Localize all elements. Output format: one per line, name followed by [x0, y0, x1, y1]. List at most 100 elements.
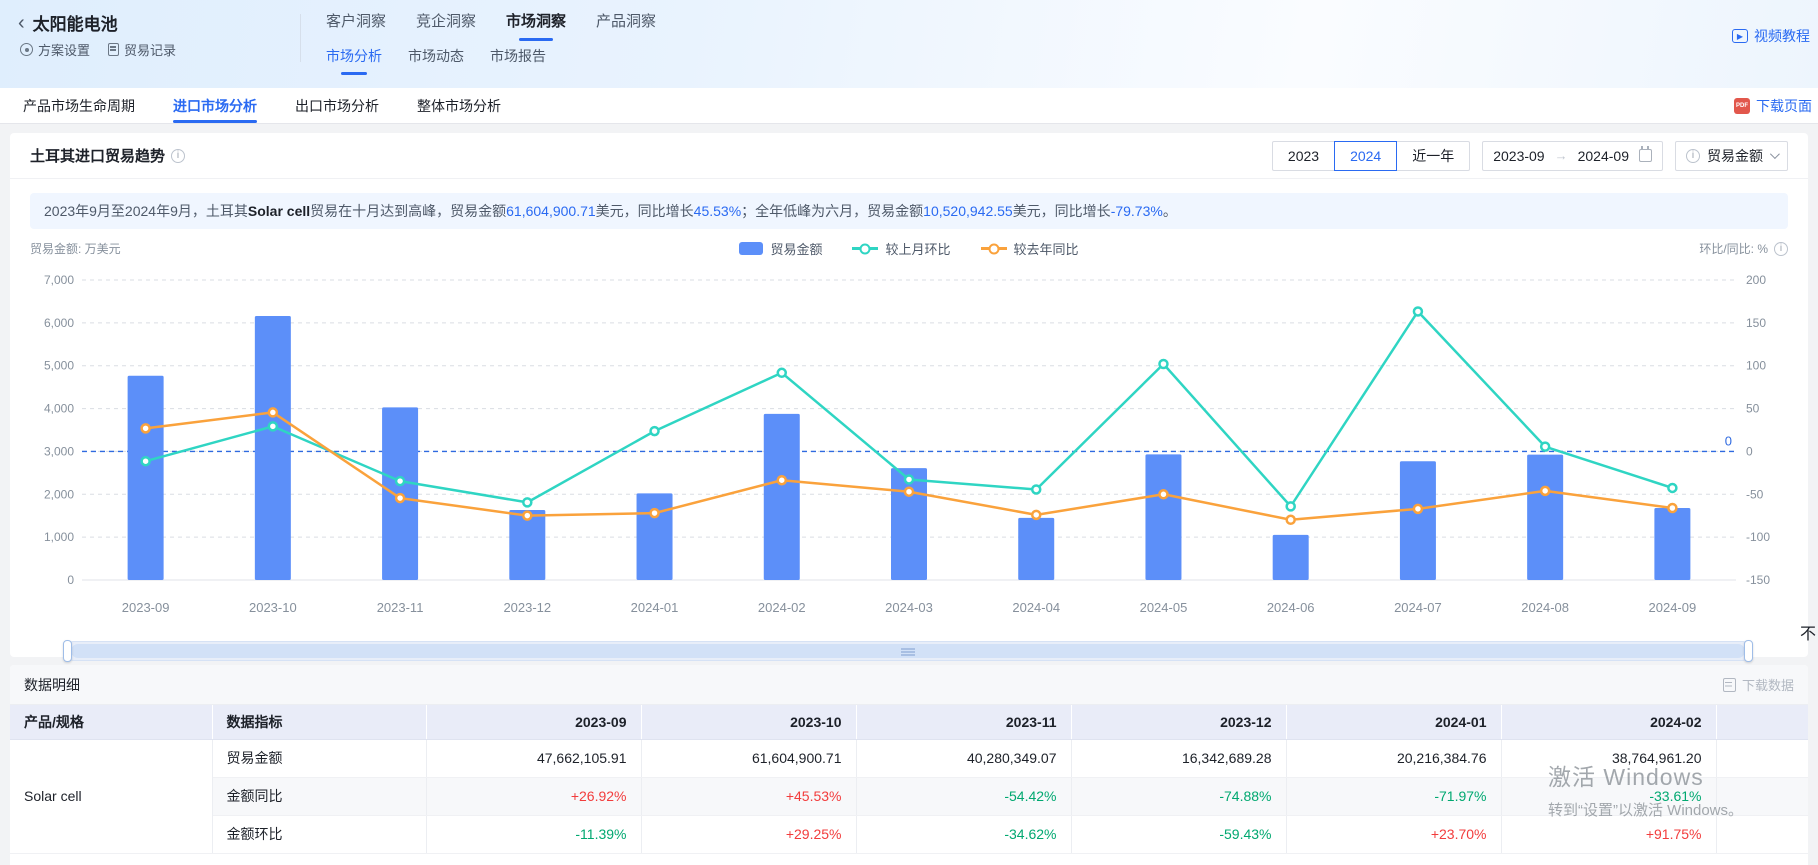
- year-range-toggle: 2023 2024 近一年: [1272, 141, 1470, 171]
- metric-selected-label: 贸易金额: [1707, 146, 1763, 166]
- bar-2024-09[interactable]: [1654, 508, 1690, 580]
- data-zoom-right-handle[interactable]: [1744, 640, 1753, 662]
- subtab-market-report[interactable]: 市场报告: [490, 46, 546, 75]
- trade-records-button[interactable]: 贸易记录: [108, 40, 176, 59]
- legend-item-bar[interactable]: 贸易金额: [739, 239, 822, 258]
- bar-2024-02[interactable]: [764, 414, 800, 580]
- pdf-icon: PDF: [1734, 98, 1750, 114]
- product-cell: Solar cell: [10, 739, 212, 853]
- bar-2024-06[interactable]: [1273, 535, 1309, 580]
- bar-2024-03[interactable]: [891, 468, 927, 580]
- point-2024-02[interactable]: [778, 476, 786, 484]
- value-cell: +29.25%: [641, 815, 856, 853]
- data-zoom-slider[interactable]: [64, 641, 1752, 661]
- back-icon[interactable]: ‹: [18, 13, 25, 33]
- value-cell: 40,280,349.07: [856, 739, 1071, 777]
- value-cell: 47,662,105.91: [426, 739, 641, 777]
- arrow-right-icon: →: [1555, 148, 1568, 163]
- year-2023-button[interactable]: 2023: [1272, 141, 1335, 171]
- bar-2023-10[interactable]: [255, 316, 291, 580]
- bar-2024-01[interactable]: [637, 493, 673, 580]
- date-to: 2024-09: [1578, 148, 1629, 164]
- point-2023-12[interactable]: [523, 498, 531, 506]
- point-2024-08[interactable]: [1541, 443, 1549, 451]
- info-icon[interactable]: [1774, 242, 1788, 256]
- point-2024-07[interactable]: [1414, 307, 1422, 315]
- info-icon[interactable]: [171, 149, 185, 163]
- value-cell: -74.88%: [1071, 777, 1286, 815]
- summary-segment: 。: [1163, 203, 1177, 219]
- point-2024-09[interactable]: [1668, 484, 1676, 492]
- summary-segment: 美元，同比增长: [596, 203, 694, 219]
- date-range-picker[interactable]: 2023-09 → 2024-09: [1482, 141, 1663, 171]
- point-2024-07[interactable]: [1414, 505, 1422, 513]
- point-2024-08[interactable]: [1541, 487, 1549, 495]
- nav-export-analysis[interactable]: 出口市场分析: [295, 88, 379, 123]
- scheme-settings-label: 方案设置: [38, 40, 90, 59]
- left-axis-tick: 7,000: [44, 273, 74, 287]
- data-zoom-left-handle[interactable]: [63, 640, 72, 662]
- tab-customer-insight[interactable]: 客户洞察: [326, 10, 386, 41]
- point-2023-10[interactable]: [269, 408, 277, 416]
- table-row: 金额环比-11.39%+29.25%-34.62%-59.43%+23.70%+…: [10, 815, 1808, 853]
- point-2024-06[interactable]: [1287, 516, 1295, 524]
- point-2023-09[interactable]: [142, 424, 150, 432]
- tab-competitor-insight[interactable]: 竞企洞察: [416, 10, 476, 41]
- trade-trend-card: 土耳其进口贸易趋势 2023 2024 近一年 2023-09 → 2024-0…: [10, 133, 1808, 657]
- legend-item-line1[interactable]: 较上月环比: [852, 239, 950, 258]
- point-2024-09[interactable]: [1668, 504, 1676, 512]
- left-axis-tick: 5,000: [44, 359, 74, 373]
- point-2024-05[interactable]: [1159, 360, 1167, 368]
- point-2024-04[interactable]: [1032, 511, 1040, 519]
- bar-2024-04[interactable]: [1018, 518, 1054, 580]
- nav-overall-analysis[interactable]: 整体市场分析: [417, 88, 501, 123]
- point-2023-10[interactable]: [269, 422, 277, 430]
- right-axis-tick: -150: [1746, 573, 1770, 587]
- summary-segment: 61,604,900.71: [506, 203, 596, 219]
- video-tutorial-button[interactable]: ▶ 视频教程: [1732, 26, 1810, 46]
- scheme-settings-button[interactable]: 方案设置: [20, 40, 90, 59]
- point-2023-09[interactable]: [142, 457, 150, 465]
- value-cell: 38,764,961.20: [1501, 739, 1716, 777]
- subtab-market-analysis[interactable]: 市场分析: [326, 46, 382, 75]
- download-data-button[interactable]: 下载数据: [1723, 675, 1794, 694]
- bar-2023-09[interactable]: [128, 376, 164, 580]
- value-cell: +91.75%: [1501, 815, 1716, 853]
- point-2024-03[interactable]: [905, 488, 913, 496]
- value-cell: -59.43%: [1071, 815, 1286, 853]
- point-2024-01[interactable]: [651, 427, 659, 435]
- left-axis-tick: 6,000: [44, 316, 74, 330]
- x-axis-label: 2024-07: [1394, 600, 1442, 615]
- stub-cell: [1716, 815, 1808, 853]
- bar-2024-08[interactable]: [1527, 455, 1563, 580]
- point-2024-04[interactable]: [1032, 485, 1040, 493]
- x-axis-label: 2024-04: [1012, 600, 1060, 615]
- chart-legend: 贸易金额 较上月环比 较去年同比: [290, 239, 1528, 258]
- point-2024-03[interactable]: [905, 475, 913, 483]
- point-2023-12[interactable]: [523, 512, 531, 520]
- point-2023-11[interactable]: [396, 477, 404, 485]
- summary-segment: 10,520,942.55: [923, 203, 1013, 219]
- bar-2024-05[interactable]: [1145, 454, 1181, 580]
- download-page-button[interactable]: PDF 下载页面: [1734, 96, 1812, 116]
- left-axis-unit-label: 贸易金额: 万美元: [30, 240, 290, 257]
- point-2024-01[interactable]: [651, 509, 659, 517]
- bar-2024-07[interactable]: [1400, 461, 1436, 580]
- year-2024-button[interactable]: 2024: [1334, 141, 1397, 171]
- tab-market-insight[interactable]: 市场洞察: [506, 10, 566, 41]
- nav-import-analysis[interactable]: 进口市场分析: [173, 88, 257, 123]
- subtab-market-dynamics[interactable]: 市场动态: [408, 46, 464, 75]
- data-zoom-selected-range[interactable]: [71, 644, 1745, 658]
- point-2023-11[interactable]: [396, 494, 404, 502]
- value-cell: -33.61%: [1501, 777, 1716, 815]
- point-2024-02[interactable]: [778, 369, 786, 377]
- last-year-button[interactable]: 近一年: [1396, 141, 1470, 171]
- point-2024-05[interactable]: [1159, 490, 1167, 498]
- nav-product-lifecycle[interactable]: 产品市场生命周期: [23, 88, 135, 123]
- point-2024-06[interactable]: [1287, 502, 1295, 510]
- tab-product-insight[interactable]: 产品洞察: [596, 10, 656, 41]
- legend-item-line2[interactable]: 较去年同比: [981, 239, 1079, 258]
- metric-select[interactable]: 贸易金额: [1675, 141, 1788, 171]
- data-detail-title: 数据明细: [24, 675, 80, 695]
- video-tutorial-label: 视频教程: [1754, 26, 1810, 46]
